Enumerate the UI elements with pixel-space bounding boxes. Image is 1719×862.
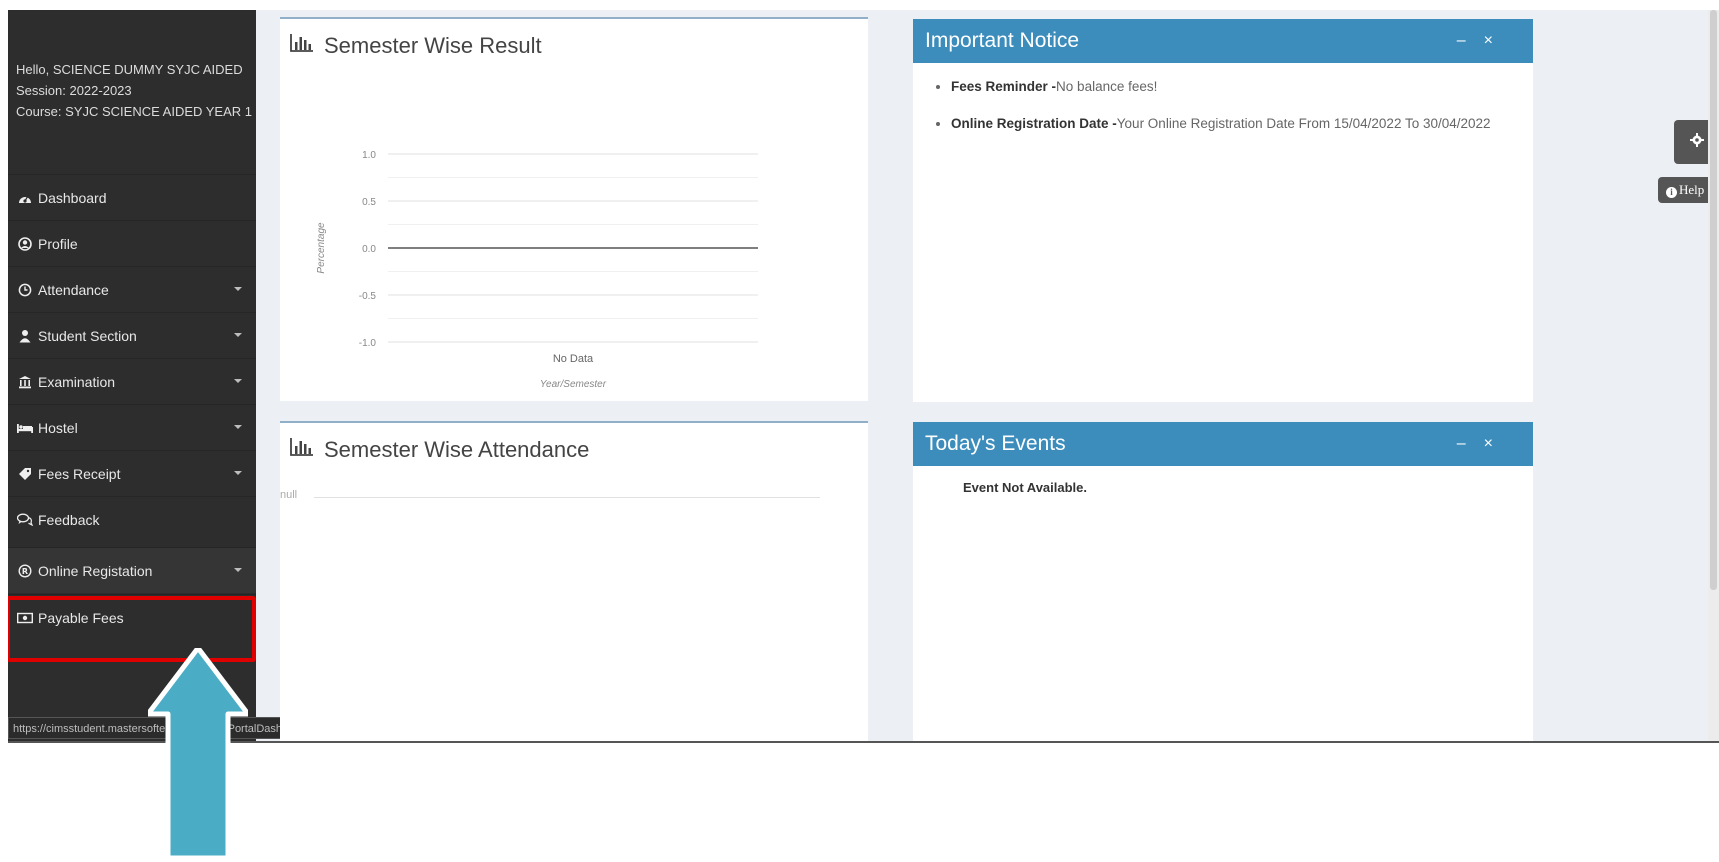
semester-attendance-panel: Semester Wise Attendance null (280, 421, 868, 743)
gear-icon (1689, 132, 1705, 153)
sidebar-item-online-registation[interactable]: R Online Registation (8, 547, 256, 593)
y-tick-label: -1.0 (359, 338, 377, 349)
sidebar-item-profile[interactable]: Profile (8, 220, 256, 266)
notice-head: Fees Reminder - (951, 79, 1057, 94)
dashboard-icon (16, 190, 34, 206)
result-chart: 1.0 0.5 0.0 -0.5 -1.0 No Data Year/Semester Per… (316, 150, 758, 390)
help-label: Help (1679, 182, 1705, 197)
sidebar-item-label: Attendance (38, 281, 109, 298)
events-message: Event Not Available. (963, 480, 1088, 495)
sidebar-item-label: Profile (38, 235, 78, 252)
user-icon (16, 328, 34, 344)
user-greeting: Hello, SCIENCE DUMMY SYJC AIDED (16, 62, 243, 77)
y-tick-label: 0.0 (362, 244, 376, 255)
notice-head: Online Registration Date - (951, 116, 1117, 131)
sidebar-item-dashboard[interactable]: Dashboard (8, 174, 256, 220)
notice-text: No balance fees! (1056, 79, 1158, 94)
semester-attendance-title: Semester Wise Attendance (324, 437, 590, 462)
notice-item: Online Registration Date -Your Online Re… (951, 114, 1571, 133)
panel-controls: –× (1457, 422, 1511, 466)
sidebar-item-label: Dashboard (38, 189, 107, 206)
info-icon: i (1666, 187, 1677, 198)
minimize-icon[interactable]: – (1457, 435, 1484, 452)
svg-text:R: R (22, 567, 28, 576)
vertical-scrollbar[interactable] (1708, 10, 1719, 743)
y-tick-label: 1.0 (362, 150, 376, 161)
x-axis-label: Year/Semester (540, 379, 607, 390)
sidebar-item-student-section[interactable]: Student Section (8, 312, 256, 358)
close-icon[interactable]: × (1484, 32, 1511, 49)
bank-icon (16, 374, 34, 390)
notice-list: Fees Reminder -No balance fees! Online R… (951, 77, 1571, 151)
minimize-icon[interactable]: – (1457, 32, 1484, 49)
sidebar-item-examination[interactable]: Examination (8, 358, 256, 404)
y-axis-label: Percentage (316, 222, 327, 274)
course-text: Course: SYJC SCIENCE AIDED YEAR 1 (16, 104, 253, 119)
chevron-down-icon (234, 471, 242, 475)
user-circle-icon (16, 236, 34, 252)
notice-text: Your Online Registration Date From 15/04… (1116, 116, 1491, 131)
no-data-label: No Data (553, 353, 594, 365)
notice-title: Important Notice (925, 29, 1080, 52)
user-info: Hello, SCIENCE DUMMY SYJC AIDED Session:… (16, 62, 252, 125)
chevron-down-icon (234, 287, 242, 291)
notice-header: Important Notice –× (913, 19, 1533, 63)
arrow-annotation (148, 648, 248, 861)
session-text: Session: 2022-2023 (16, 83, 132, 98)
panel-title: Semester Wise Attendance (290, 437, 589, 463)
clock-icon (16, 282, 34, 298)
bottom-border (8, 741, 1719, 743)
chevron-down-icon (234, 425, 242, 429)
sidebar-item-label: Feedback (38, 511, 100, 528)
notice-item: Fees Reminder -No balance fees! (951, 77, 1571, 96)
semester-result-panel: Semester Wise Result 1.0 0.5 0.0 -0.5 -1.0 No… (280, 17, 868, 401)
comments-icon (16, 512, 34, 528)
sidebar-item-label: Online Registation (38, 562, 153, 579)
screenshot-area: Hello, SCIENCE DUMMY SYJC AIDED Session:… (8, 10, 1719, 743)
important-notice-panel: Important Notice –× Fees Reminder -No ba… (913, 19, 1533, 402)
close-icon[interactable]: × (1484, 435, 1511, 452)
y-tick-label: -0.5 (359, 291, 377, 302)
chevron-down-icon (234, 379, 242, 383)
registered-icon: R (16, 563, 34, 579)
sidebar-item-hostel[interactable]: Hostel (8, 404, 256, 450)
sidebar-item-label: Examination (38, 373, 116, 390)
sidebar: Hello, SCIENCE DUMMY SYJC AIDED Session:… (8, 10, 256, 743)
tag-icon (16, 466, 34, 482)
scrollbar-thumb[interactable] (1710, 10, 1717, 590)
null-text: null (280, 489, 298, 501)
y-tick-label: 0.5 (362, 197, 376, 208)
chevron-down-icon (234, 333, 242, 337)
bed-icon (16, 420, 34, 436)
stage: Hello, SCIENCE DUMMY SYJC AIDED Session:… (0, 0, 1719, 862)
sidebar-item-label: Fees Receipt (38, 465, 121, 482)
sidebar-item-label: Hostel (38, 419, 78, 436)
events-title: Today's Events (925, 432, 1066, 455)
sidebar-item-fees-receipt[interactable]: Fees Receipt (8, 450, 256, 496)
bar-chart-icon (290, 437, 314, 463)
sidebar-item-label: Student Section (38, 327, 137, 344)
panel-controls: –× (1457, 19, 1511, 63)
sidebar-item-attendance[interactable]: Attendance (8, 266, 256, 312)
events-header: Today's Events –× (913, 422, 1533, 466)
chevron-down-icon (234, 568, 242, 572)
attendance-baseline (314, 497, 820, 498)
sidebar-item-feedback[interactable]: Feedback (8, 496, 256, 542)
todays-events-panel: Today's Events –× Event Not Available. (913, 422, 1533, 743)
